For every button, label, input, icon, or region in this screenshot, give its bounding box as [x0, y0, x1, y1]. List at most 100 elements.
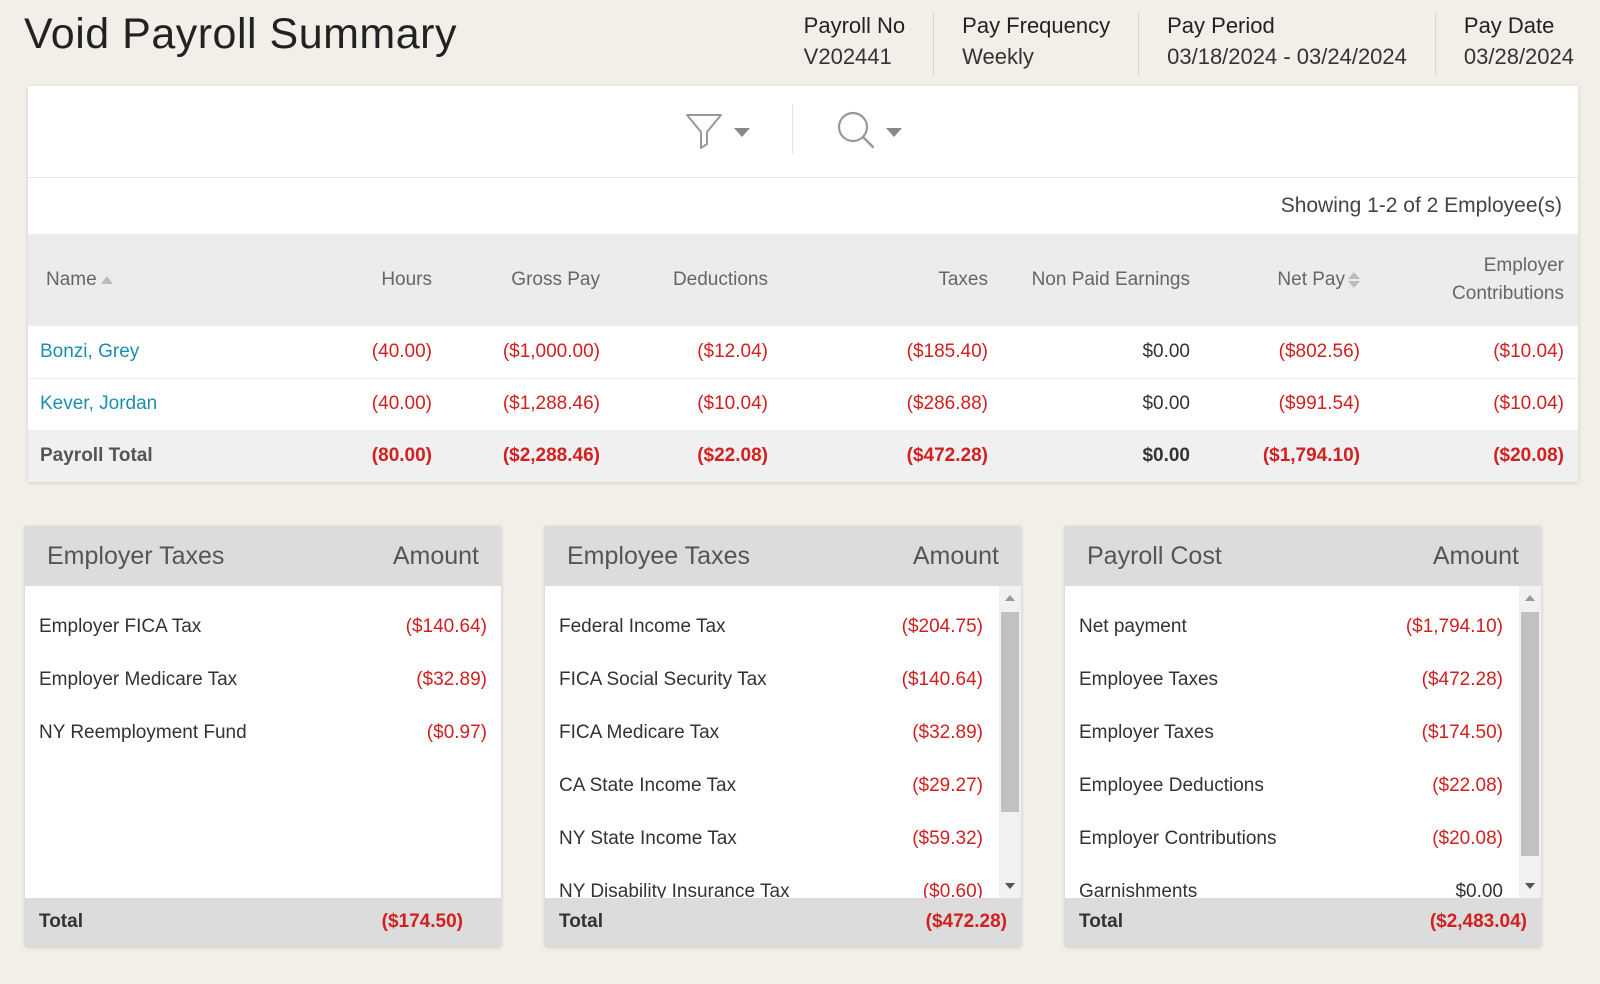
meta-label: Pay Period	[1167, 13, 1275, 38]
chevron-down-icon	[734, 127, 750, 137]
sort-asc-icon	[100, 275, 113, 284]
toolbar-divider	[792, 104, 793, 154]
employee-name-link[interactable]: Kever, Jordan	[28, 378, 350, 431]
col-header-employer-contributions[interactable]: Employer Contributions	[1374, 234, 1578, 326]
table-header-row: Name Hours Gross Pay Deductions Taxes No…	[28, 234, 1578, 326]
employee-table: Name Hours Gross Pay Deductions Taxes No…	[28, 234, 1578, 482]
panel-body: Net payment ($1,794.10) Employee Taxes ($4…	[1065, 586, 1541, 898]
sort-icon	[1348, 271, 1360, 288]
total-hours: (80.00)	[371, 445, 432, 467]
meta-pay-frequency: Pay Frequency Weekly	[933, 12, 1138, 76]
panel-header: Employer Taxes Amount	[25, 526, 501, 586]
cell-employer-contributions: ($10.04)	[1374, 378, 1578, 431]
scroll-down-icon[interactable]	[1005, 883, 1015, 889]
cell-deductions: ($12.04)	[614, 326, 782, 379]
cell-net-pay: ($802.56)	[1204, 326, 1374, 379]
meta-pay-period: Pay Period 03/18/2024 - 03/24/2024	[1138, 12, 1435, 76]
list-item: Net payment ($1,794.10)	[1079, 615, 1503, 637]
list-item: NY Disability Insurance Tax ($0.60)	[559, 880, 983, 899]
employee-name-link[interactable]: Bonzi, Grey	[28, 326, 350, 379]
panel-header: Payroll Cost Amount	[1065, 526, 1541, 586]
panel-amount-header: Amount	[1432, 541, 1519, 570]
panel-body: Employer FICA Tax ($140.64) Employer Medi…	[25, 586, 501, 898]
grid-toolbar	[28, 86, 1578, 178]
list-item: Garnishments $0.00	[1079, 880, 1503, 899]
scroll-down-icon[interactable]	[1525, 883, 1535, 889]
meta-pay-date: Pay Date 03/28/2024	[1434, 12, 1574, 76]
search-icon	[836, 110, 876, 155]
scroll-up-icon[interactable]	[1005, 595, 1015, 601]
meta-value: V202441	[803, 44, 892, 69]
total-non-paid-earnings: $0.00	[1142, 445, 1190, 467]
cell-taxes: ($185.40)	[782, 326, 1002, 379]
scrollbar[interactable]	[1519, 586, 1541, 898]
cell-gross-pay: ($1,000.00)	[446, 326, 614, 379]
cell-hours: (40.00)	[350, 378, 446, 431]
scrollbar[interactable]	[999, 586, 1021, 898]
scrollbar-thumb[interactable]	[1001, 612, 1019, 812]
list-item: NY State Income Tax ($59.32)	[559, 827, 983, 849]
cell-employer-contributions: ($10.04)	[1374, 326, 1578, 379]
list-item: Employee Taxes ($472.28)	[1079, 668, 1503, 690]
meta-label: Payroll No	[803, 13, 906, 38]
col-header-net-pay[interactable]: Net Pay	[1204, 234, 1374, 326]
cell-non-paid-earnings: $0.00	[1002, 378, 1204, 431]
list-item: Employer FICA Tax ($140.64)	[39, 615, 487, 637]
payroll-total-row: Payroll Total (80.00) ($2,288.46) ($22.0…	[28, 430, 1578, 482]
col-header-gross-pay[interactable]: Gross Pay	[446, 234, 614, 326]
panel-body: Federal Income Tax ($204.75) FICA Social …	[545, 586, 1021, 898]
panel-title: Employer Taxes	[47, 541, 225, 570]
payroll-meta: Payroll No V202441 Pay Frequency Weekly …	[776, 12, 1574, 76]
table-row: Kever, Jordan (40.00) ($1,288.46) ($10.0…	[28, 378, 1578, 431]
cell-non-paid-earnings: $0.00	[1002, 326, 1204, 379]
panel-total: Total ($2,483.04)	[1065, 898, 1541, 946]
cell-hours: (40.00)	[350, 326, 446, 379]
total-taxes: ($472.28)	[906, 445, 988, 467]
panel-title: Payroll Cost	[1087, 541, 1222, 570]
scrollbar-thumb[interactable]	[1521, 612, 1539, 856]
cell-taxes: ($286.88)	[782, 378, 1002, 431]
list-item: Employer Medicare Tax ($32.89)	[39, 668, 487, 690]
panel-title: Employee Taxes	[567, 541, 750, 570]
total-employer-contributions: ($20.08)	[1493, 445, 1564, 467]
total-label: Payroll Total	[40, 445, 153, 467]
col-header-non-paid-earnings[interactable]: Non Paid Earnings	[1002, 234, 1204, 326]
col-header-deductions[interactable]: Deductions	[614, 234, 782, 326]
list-item: CA State Income Tax ($29.27)	[559, 774, 983, 796]
panel-total: Total ($174.50)	[25, 898, 501, 946]
list-item: Federal Income Tax ($204.75)	[559, 615, 983, 637]
meta-value: Weekly	[962, 44, 1034, 69]
meta-value: 03/18/2024 - 03/24/2024	[1167, 44, 1407, 69]
meta-payroll-no: Payroll No V202441	[776, 12, 933, 76]
list-item: Employee Deductions ($22.08)	[1079, 774, 1503, 796]
table-row: Bonzi, Grey (40.00) ($1,000.00) ($12.04)…	[28, 326, 1578, 379]
cell-net-pay: ($991.54)	[1204, 378, 1374, 431]
filter-dropdown[interactable]	[684, 110, 750, 154]
showing-count: Showing 1-2 of 2 Employee(s)	[1280, 194, 1562, 217]
search-dropdown[interactable]	[836, 110, 902, 154]
total-gross-pay: ($2,288.46)	[502, 445, 600, 467]
employee-taxes-panel: Employee Taxes Amount Federal Income Tax…	[545, 526, 1021, 946]
col-header-hours[interactable]: Hours	[350, 234, 446, 326]
employer-taxes-panel: Employer Taxes Amount Employer FICA Tax(…	[25, 526, 501, 946]
panel-header: Employee Taxes Amount	[545, 526, 1021, 586]
meta-label: Pay Frequency	[962, 13, 1111, 38]
chevron-down-icon	[886, 127, 902, 137]
panel-total: Total ($472.28)	[545, 898, 1021, 946]
total-net-pay: ($1,794.10)	[1262, 445, 1360, 467]
employee-grid: Showing 1-2 of 2 Employee(s) Name Hours …	[28, 86, 1578, 482]
col-header-taxes[interactable]: Taxes	[782, 234, 1002, 326]
scroll-up-icon[interactable]	[1525, 595, 1535, 601]
meta-label: Pay Date	[1463, 13, 1555, 38]
cell-deductions: ($10.04)	[614, 378, 782, 431]
filter-icon	[684, 110, 724, 155]
payroll-cost-panel: Payroll Cost Amount Net payment ($1,794.1…	[1065, 526, 1541, 946]
panel-amount-header: Amount	[392, 541, 479, 570]
list-item: FICA Social Security Tax ($140.64)	[559, 668, 983, 690]
page-title: Void Payroll Summary	[24, 10, 457, 58]
meta-value: 03/28/2024	[1463, 44, 1574, 69]
col-header-name[interactable]: Name	[28, 234, 350, 326]
panel-amount-header: Amount	[912, 541, 999, 570]
list-item: Employer Contributions ($20.08)	[1079, 827, 1503, 849]
list-item: NY Reemployment Fund ($0.97)	[39, 721, 487, 743]
